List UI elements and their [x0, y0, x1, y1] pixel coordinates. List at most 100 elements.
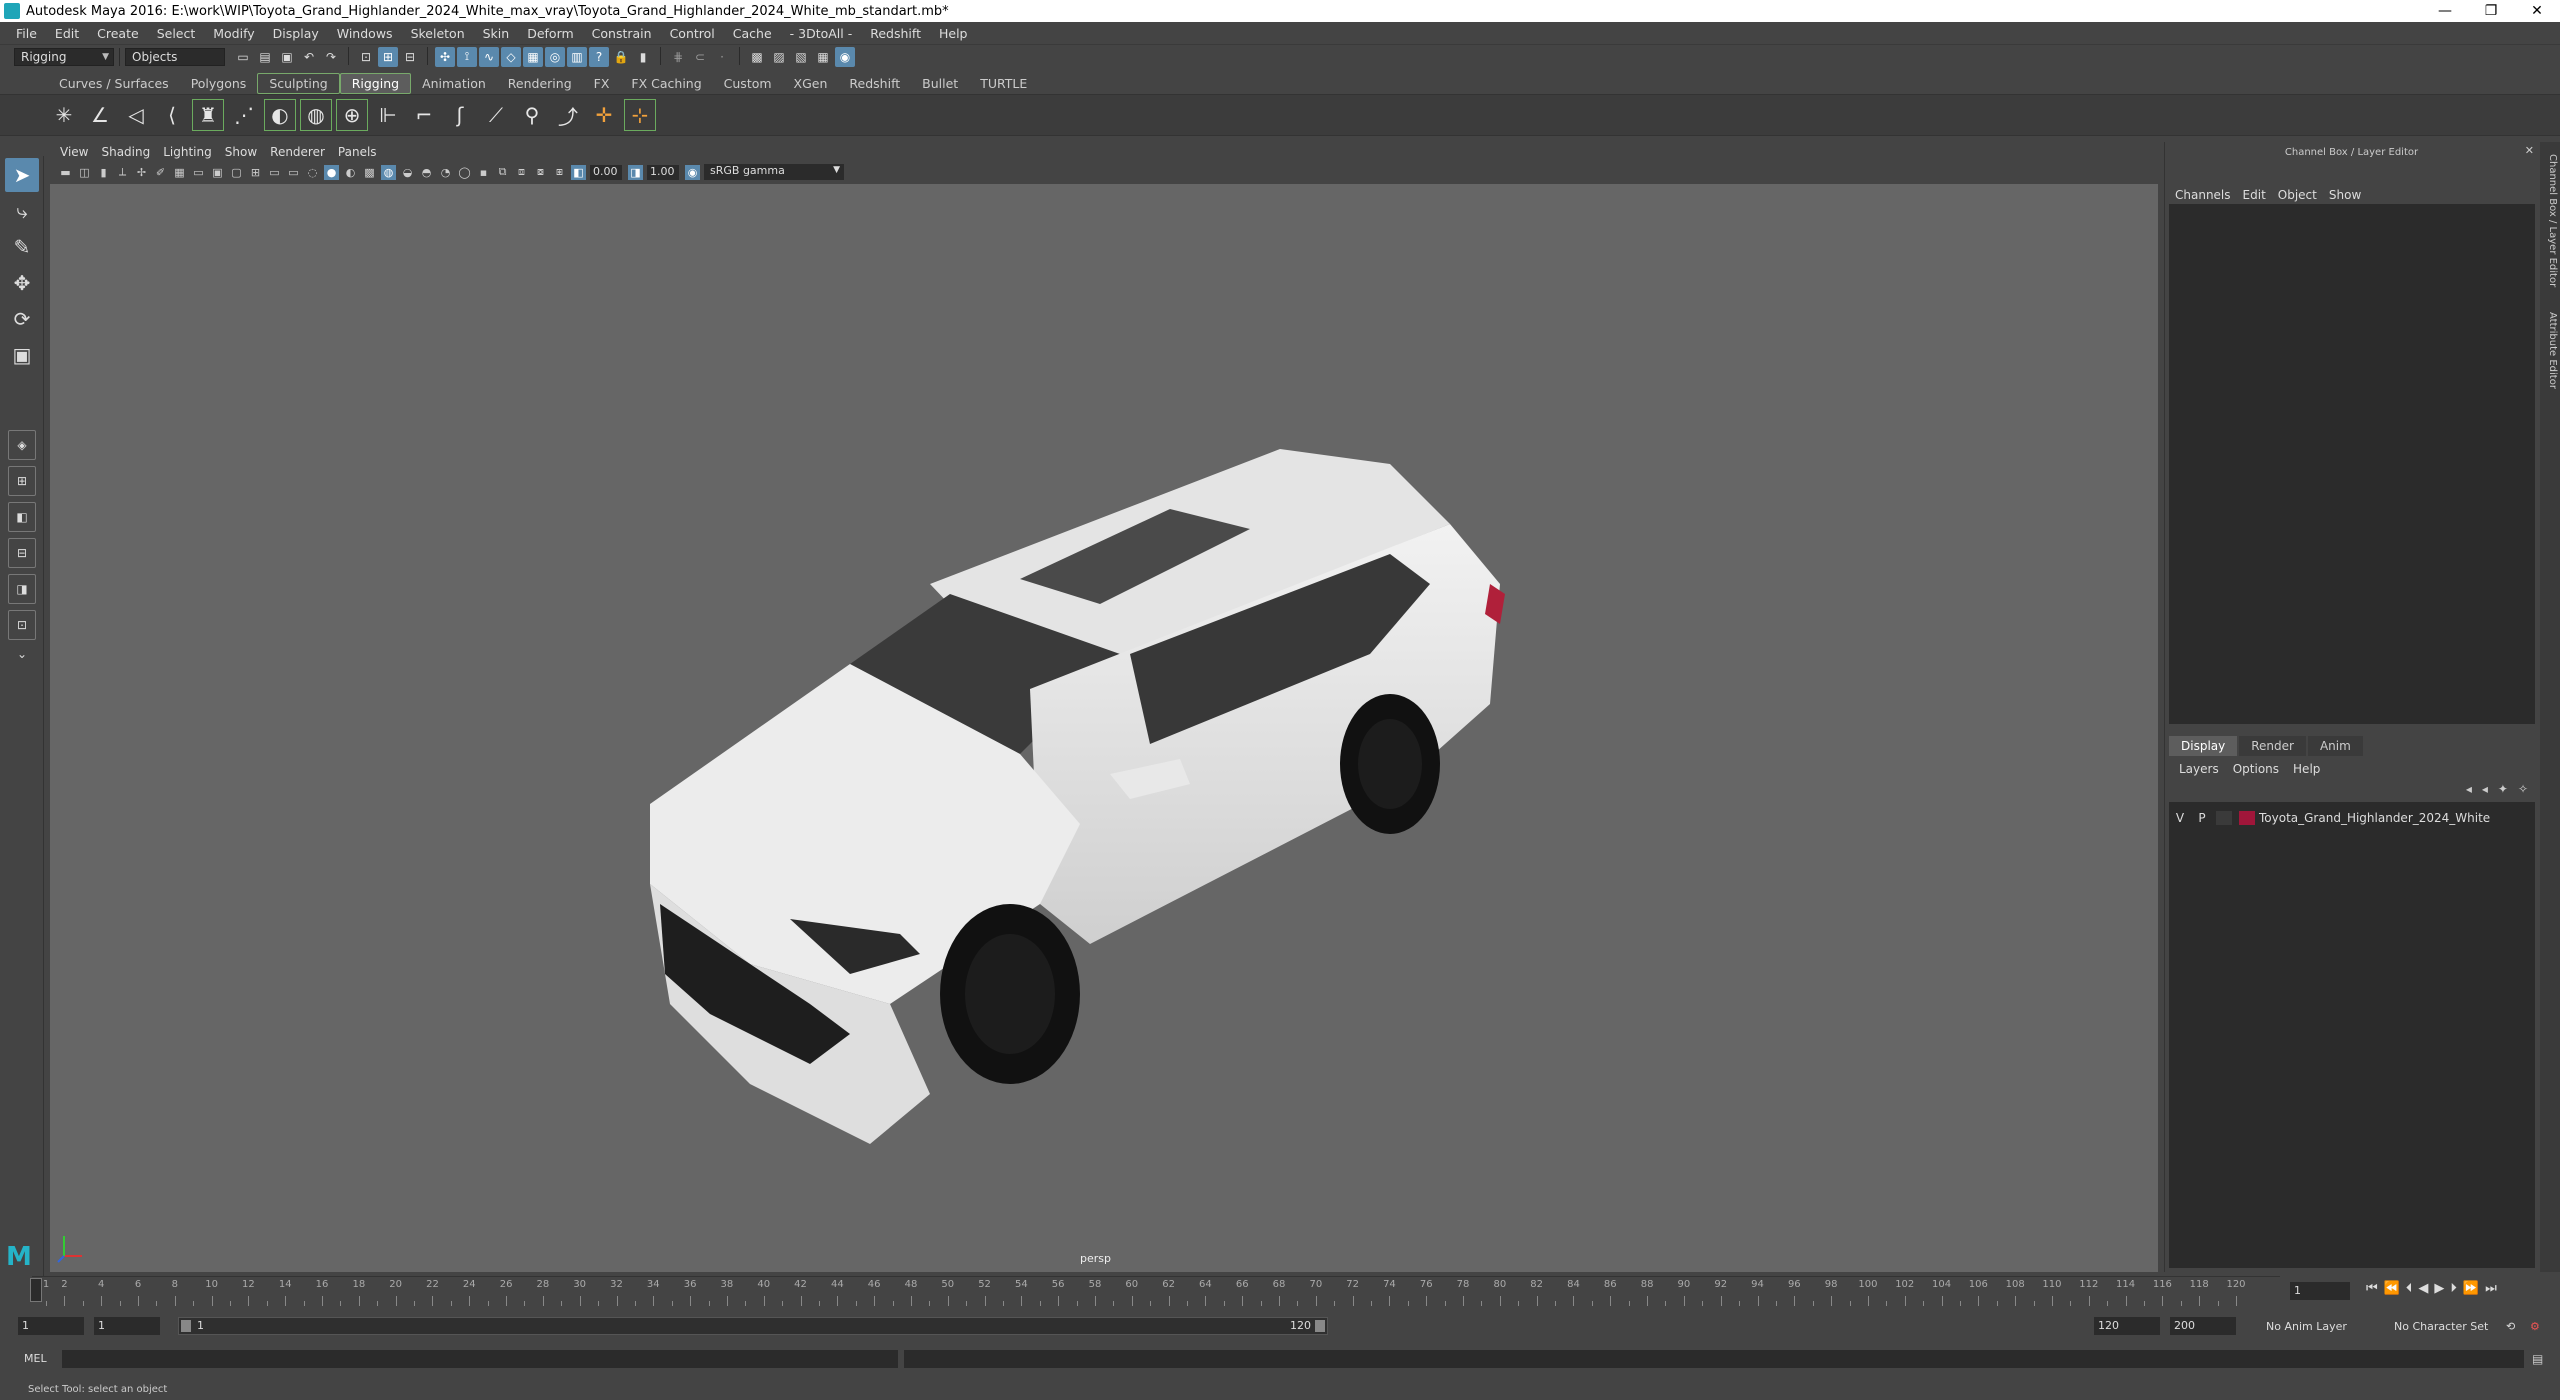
range-bar[interactable]: 1 120 — [178, 1317, 1328, 1335]
current-time-marker[interactable] — [30, 1278, 42, 1302]
play-backwards-icon[interactable]: ◀ — [2418, 1281, 2428, 1296]
paint-select-icon[interactable]: ✎ — [5, 230, 39, 264]
end-time-field[interactable]: 200 — [2170, 1317, 2236, 1335]
snap-to-curve-icon[interactable]: ⊂ — [690, 47, 710, 67]
select-hierarchy-icon[interactable]: ⊡ — [356, 47, 376, 67]
tab-display[interactable]: Display — [2169, 736, 2238, 756]
resolution-gate-icon[interactable]: ▣ — [210, 165, 225, 180]
orient-joint-icon[interactable]: ⟨ — [156, 99, 188, 131]
shelf-tab-sculpting[interactable]: Sculpting — [257, 72, 340, 94]
time-slider[interactable]: 1 2 4 6 8 10 12 14 16 18 20 22 24 26 28 30 32 34 36 38 40 42 4… — [20, 1276, 2280, 1306]
shelf-tab-rendering[interactable]: Rendering — [497, 74, 583, 93]
textured-icon[interactable]: ▩ — [362, 165, 377, 180]
shelf-tab-turtle[interactable]: TURTLE — [969, 74, 1038, 93]
character-set-dropdown[interactable]: No Character Set — [2394, 1320, 2488, 1333]
shelf-tab-xgen[interactable]: XGen — [783, 74, 839, 93]
quick-rig-icon[interactable]: ♜ — [192, 99, 224, 131]
play-forwards-icon[interactable]: ▶ — [2434, 1281, 2444, 1296]
view-transform-dropdown[interactable]: sRGB gamma ▼ — [704, 164, 844, 180]
menu-create[interactable]: Create — [89, 26, 149, 41]
rotate-tool-icon[interactable]: ⟳ — [5, 302, 39, 336]
move-tool-icon[interactable]: ✥ — [5, 266, 39, 300]
gamma-field[interactable]: 1.00 — [647, 164, 679, 180]
select-by-curve-icon[interactable]: ∿ — [479, 46, 499, 67]
lattice-icon[interactable]: ⊩ — [372, 99, 404, 131]
menu-set-dropdown[interactable]: Rigging ▼ — [14, 47, 114, 66]
bookmark-icon[interactable]: ▮ — [96, 165, 111, 180]
default-material-icon[interactable]: ◐ — [343, 165, 358, 180]
redo-icon[interactable]: ↷ — [321, 47, 341, 67]
step-forward-key-icon[interactable]: ⏩ — [2463, 1281, 2479, 1296]
panel-menu-lighting[interactable]: Lighting — [159, 145, 221, 159]
grease-pencil-icon[interactable]: ✐ — [153, 165, 168, 180]
snap-to-point-icon[interactable]: · — [712, 47, 732, 67]
menu-windows[interactable]: Windows — [329, 26, 403, 41]
four-view-layout-icon[interactable]: ⊞ — [8, 466, 36, 496]
shelf-tab-redshift[interactable]: Redshift — [838, 74, 911, 93]
point-constraint-icon[interactable]: ✛ — [588, 99, 620, 131]
persp-outliner-layout-icon[interactable]: ◧ — [8, 502, 36, 532]
motion-blur-icon[interactable]: ◔ — [438, 165, 453, 180]
menu-skin[interactable]: Skin — [475, 26, 520, 41]
time-ruler[interactable]: 1 2 4 6 8 10 12 14 16 18 20 22 24 26 28 30 32 34 36 38 40 42 4… — [32, 1276, 2280, 1306]
gamma-icon[interactable]: ◨ — [628, 164, 643, 180]
panel-menu-view[interactable]: View — [56, 145, 97, 159]
command-language-label[interactable]: MEL — [24, 1352, 47, 1365]
command-input[interactable] — [62, 1350, 898, 1368]
field-chart-icon[interactable]: ⊞ — [248, 165, 263, 180]
new-layer-selected-icon[interactable]: ✦ — [2498, 782, 2508, 796]
layers-menu[interactable]: Layers — [2177, 762, 2231, 776]
ik-handle-icon[interactable]: ⋰ — [228, 99, 260, 131]
menu-modify[interactable]: Modify — [205, 26, 264, 41]
go-to-end-icon[interactable]: ⏭ — [2485, 1281, 2497, 1296]
select-by-dynamic-icon[interactable]: ◎ — [545, 46, 565, 67]
lights-icon[interactable]: ◍ — [381, 164, 396, 180]
select-tool-icon[interactable]: ➤ — [5, 158, 39, 192]
joint-tool-icon[interactable]: ✳ — [48, 99, 80, 131]
hypershade-layout-icon[interactable]: ◨ — [8, 574, 36, 604]
close-icon[interactable]: ✕ — [2525, 144, 2534, 157]
playback-start-field[interactable]: 1 — [94, 1317, 160, 1335]
smooth-shade-icon[interactable]: ● — [324, 164, 339, 180]
panel-menu-panels[interactable]: Panels — [334, 145, 386, 159]
wireframe-icon[interactable]: ◌ — [305, 165, 320, 180]
save-scene-icon[interactable]: ▣ — [277, 47, 297, 67]
exposure-field[interactable]: 0.00 — [590, 164, 622, 180]
layer-row[interactable]: V P Toyota_Grand_Highlander_2024_White — [2169, 808, 2535, 828]
select-by-handle-icon[interactable]: ✣ — [435, 46, 455, 67]
select-component-icon[interactable]: ⊟ — [400, 47, 420, 67]
move-layer-up-icon[interactable]: ◂ — [2466, 782, 2472, 796]
object-menu[interactable]: Object — [2276, 188, 2327, 202]
layer-name[interactable]: Toyota_Grand_Highlander_2024_White — [2259, 811, 2490, 825]
select-object-mode-icon[interactable]: ⊞ — [378, 46, 398, 67]
panel-menu-shading[interactable]: Shading — [97, 145, 159, 159]
shelf-tab-rigging[interactable]: Rigging — [339, 72, 412, 94]
panel-menu-renderer[interactable]: Renderer — [266, 145, 334, 159]
gate-mask-icon[interactable]: ▢ — [229, 165, 244, 180]
channels-menu[interactable]: Channels — [2173, 188, 2241, 202]
shelf-tab-polygons[interactable]: Polygons — [180, 74, 258, 93]
parent-constraint-icon[interactable]: ⊹ — [624, 99, 656, 131]
outliner-layout-icon[interactable]: ⊡ — [8, 610, 36, 640]
ipr-render-icon[interactable]: ▧ — [791, 47, 811, 67]
menu-cache[interactable]: Cache — [725, 26, 782, 41]
attribute-editor-side-tab[interactable]: Attribute Editor — [2542, 312, 2558, 389]
panel-menu-show[interactable]: Show — [221, 145, 266, 159]
wire-deformer-icon[interactable]: ʃ — [444, 99, 476, 131]
select-by-misc-icon[interactable]: ? — [589, 46, 609, 67]
anim-layer-dropdown[interactable]: No Anim Layer — [2266, 1320, 2347, 1333]
show-menu[interactable]: Show — [2327, 188, 2371, 202]
move-layer-down-icon[interactable]: ◂ — [2482, 782, 2488, 796]
mirror-joint-icon[interactable]: ◁ — [120, 99, 152, 131]
menu-file[interactable]: File — [8, 26, 47, 41]
script-editor-icon[interactable]: ▤ — [2532, 1352, 2543, 1366]
safe-title-icon[interactable]: ▭ — [286, 165, 301, 180]
step-back-frame-icon[interactable]: ⏴ — [2406, 1281, 2413, 1296]
blend-shape-icon[interactable]: ⟋ — [480, 99, 512, 131]
step-back-key-icon[interactable]: ⏪ — [2384, 1281, 2400, 1296]
isolate-select-icon[interactable]: ⧉ — [495, 165, 510, 180]
cluster-icon[interactable]: ⌐ — [408, 99, 440, 131]
select-by-surface-icon[interactable]: ◇ — [501, 46, 521, 67]
menu-constrain[interactable]: Constrain — [584, 26, 662, 41]
shelf-tab-animation[interactable]: Animation — [411, 74, 497, 93]
